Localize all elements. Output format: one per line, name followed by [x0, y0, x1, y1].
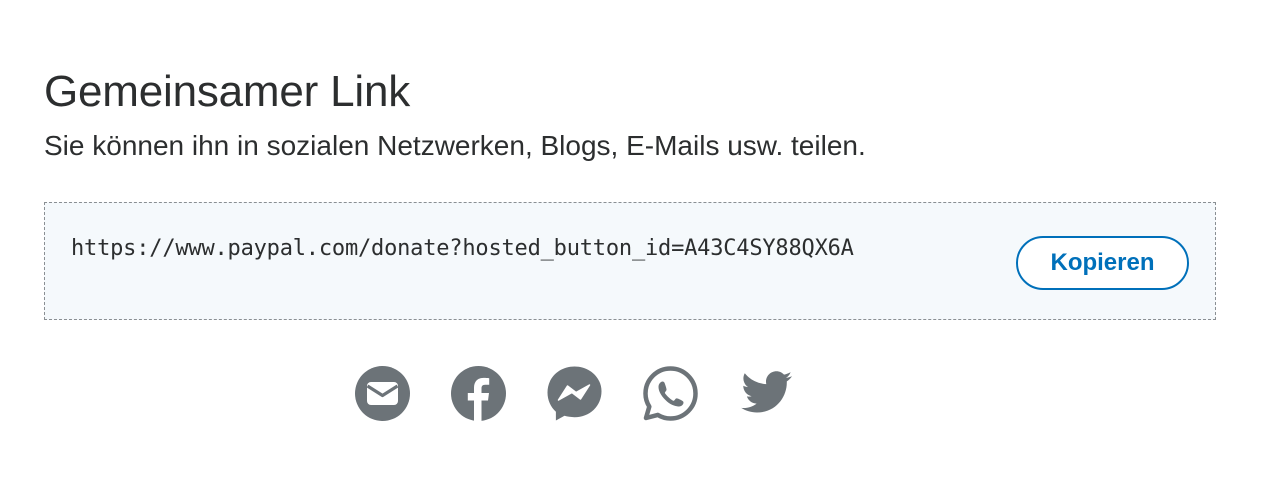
- share-link-box: https://www.paypal.com/donate?hosted_but…: [44, 202, 1216, 320]
- twitter-icon: [741, 371, 792, 413]
- share-facebook-button[interactable]: [450, 365, 507, 422]
- page-subtitle: Sie können ihn in sozialen Netzwerken, B…: [44, 130, 866, 161]
- share-link-url[interactable]: https://www.paypal.com/donate?hosted_but…: [71, 233, 854, 265]
- whatsapp-icon: [643, 366, 698, 421]
- share-twitter-button[interactable]: [738, 365, 795, 422]
- share-whatsapp-button[interactable]: [642, 365, 699, 422]
- email-icon: [355, 366, 410, 421]
- share-email-button[interactable]: [354, 365, 411, 422]
- page-title: Gemeinsamer Link: [44, 67, 411, 116]
- share-buttons: [354, 365, 795, 423]
- share-messenger-button[interactable]: [546, 365, 603, 422]
- messenger-icon: [547, 366, 602, 421]
- facebook-icon: [451, 366, 506, 422]
- copy-button[interactable]: Kopieren: [1016, 236, 1189, 290]
